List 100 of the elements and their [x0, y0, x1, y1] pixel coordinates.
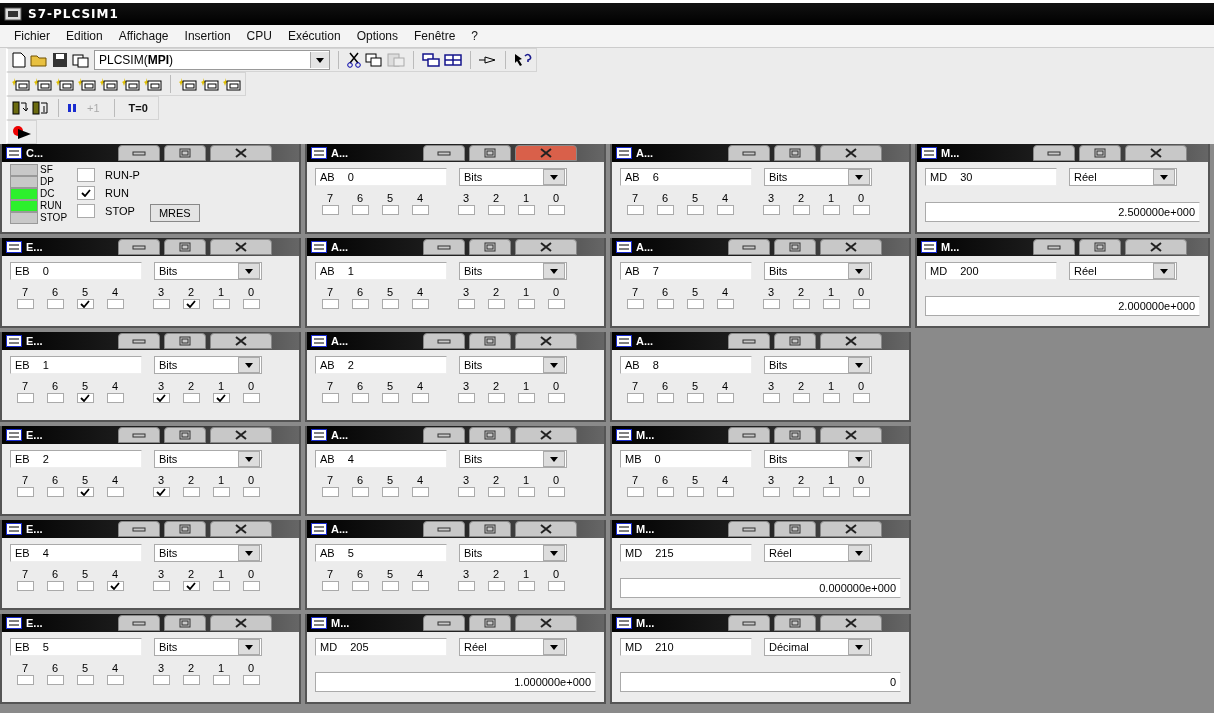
bit-checkbox[interactable] [686, 393, 704, 403]
bit-checkbox[interactable] [517, 393, 535, 403]
bit-checkbox[interactable] [487, 581, 505, 591]
bit-checkbox[interactable] [242, 675, 260, 685]
close-button[interactable] [820, 521, 882, 537]
insert-window-icon[interactable] [201, 77, 219, 91]
bit-checkbox[interactable] [686, 205, 704, 215]
bit-checkbox[interactable] [152, 581, 170, 591]
bit-checkbox[interactable] [351, 581, 369, 591]
address-field[interactable]: EB 0 [10, 262, 142, 280]
maximize-button[interactable] [774, 239, 816, 255]
bit-checkbox[interactable] [457, 205, 475, 215]
close-button[interactable] [210, 145, 272, 161]
minimize-button[interactable] [728, 333, 770, 349]
minimize-button[interactable] [118, 427, 160, 443]
close-button[interactable] [820, 427, 882, 443]
maximize-button[interactable] [469, 145, 511, 161]
bit-checkbox[interactable] [517, 205, 535, 215]
bit-checkbox[interactable] [76, 487, 94, 497]
bit-checkbox[interactable] [656, 205, 674, 215]
bit-checkbox[interactable] [381, 205, 399, 215]
bit-checkbox[interactable] [152, 393, 170, 403]
bit-checkbox[interactable] [457, 581, 475, 591]
bit-checkbox[interactable] [106, 393, 124, 403]
bit-checkbox[interactable] [457, 487, 475, 497]
bit-checkbox[interactable] [487, 487, 505, 497]
bit-checkbox[interactable] [762, 487, 780, 497]
bit-checkbox[interactable] [16, 675, 34, 685]
address-field[interactable]: EB 4 [10, 544, 142, 562]
bit-checkbox[interactable] [242, 581, 260, 591]
menu-item[interactable]: Fenêtre [406, 29, 464, 43]
minimize-button[interactable] [118, 145, 160, 161]
maximize-button[interactable] [774, 145, 816, 161]
bit-checkbox[interactable] [242, 393, 260, 403]
minimize-button[interactable] [728, 615, 770, 631]
address-field[interactable]: AB 2 [315, 356, 447, 374]
maximize-button[interactable] [164, 239, 206, 255]
format-dropdown[interactable]: Bits [764, 450, 872, 468]
minimize-button[interactable] [728, 427, 770, 443]
minimize-button[interactable] [728, 145, 770, 161]
bit-checkbox[interactable] [76, 299, 94, 309]
record-arrow-icon[interactable] [12, 125, 32, 139]
pages-icon[interactable] [72, 52, 90, 68]
insert-window-icon[interactable] [122, 77, 140, 91]
close-button[interactable] [515, 615, 577, 631]
bit-checkbox[interactable] [656, 393, 674, 403]
insert-window-icon[interactable] [12, 77, 30, 91]
address-field[interactable]: EB 5 [10, 638, 142, 656]
new-document-icon[interactable] [12, 52, 26, 68]
close-button[interactable] [210, 521, 272, 537]
close-button[interactable] [820, 145, 882, 161]
toolbar-button[interactable]: T=0 [122, 102, 154, 114]
address-field[interactable]: AB 4 [315, 450, 447, 468]
bit-checkbox[interactable] [351, 393, 369, 403]
value-field[interactable]: 1.000000e+000 [315, 672, 596, 692]
format-dropdown[interactable]: Bits [459, 450, 567, 468]
bit-checkbox[interactable] [106, 487, 124, 497]
format-dropdown[interactable]: Bits [459, 262, 567, 280]
format-dropdown[interactable]: Bits [459, 356, 567, 374]
bit-checkbox[interactable] [321, 393, 339, 403]
bit-checkbox[interactable] [716, 205, 734, 215]
maximize-button[interactable] [164, 615, 206, 631]
close-button[interactable] [210, 333, 272, 349]
minimize-button[interactable] [118, 333, 160, 349]
format-dropdown[interactable]: Réel [1069, 262, 1177, 280]
minimize-button[interactable] [423, 615, 465, 631]
minimize-button[interactable] [1033, 145, 1075, 161]
minimize-button[interactable] [423, 333, 465, 349]
format-dropdown[interactable]: Bits [154, 544, 262, 562]
close-button[interactable] [515, 333, 577, 349]
minimize-button[interactable] [423, 145, 465, 161]
close-button[interactable] [820, 239, 882, 255]
bit-checkbox[interactable] [152, 675, 170, 685]
bit-checkbox[interactable] [16, 299, 34, 309]
bit-checkbox[interactable] [686, 487, 704, 497]
close-button[interactable] [210, 615, 272, 631]
maximize-button[interactable] [469, 333, 511, 349]
bit-checkbox[interactable] [182, 581, 200, 591]
close-button[interactable] [515, 521, 577, 537]
address-field[interactable]: MD 205 [315, 638, 447, 656]
close-button[interactable] [1125, 239, 1187, 255]
bit-checkbox[interactable] [321, 487, 339, 497]
close-button[interactable] [820, 615, 882, 631]
minimize-button[interactable] [423, 521, 465, 537]
bit-checkbox[interactable] [517, 581, 535, 591]
insert-window-icon[interactable] [56, 77, 74, 91]
maximize-button[interactable] [1079, 239, 1121, 255]
address-field[interactable]: MD 30 [925, 168, 1057, 186]
bit-checkbox[interactable] [321, 299, 339, 309]
maximize-button[interactable] [774, 427, 816, 443]
bit-checkbox[interactable] [762, 299, 780, 309]
close-button[interactable] [515, 239, 577, 255]
bit-checkbox[interactable] [656, 487, 674, 497]
bit-checkbox[interactable] [547, 299, 565, 309]
address-field[interactable]: AB 5 [315, 544, 447, 562]
bit-checkbox[interactable] [792, 299, 810, 309]
format-dropdown[interactable]: Réel [1069, 168, 1177, 186]
bit-checkbox[interactable] [76, 581, 94, 591]
value-field[interactable]: 2.500000e+000 [925, 202, 1200, 222]
help-cursor-icon[interactable] [514, 53, 532, 67]
